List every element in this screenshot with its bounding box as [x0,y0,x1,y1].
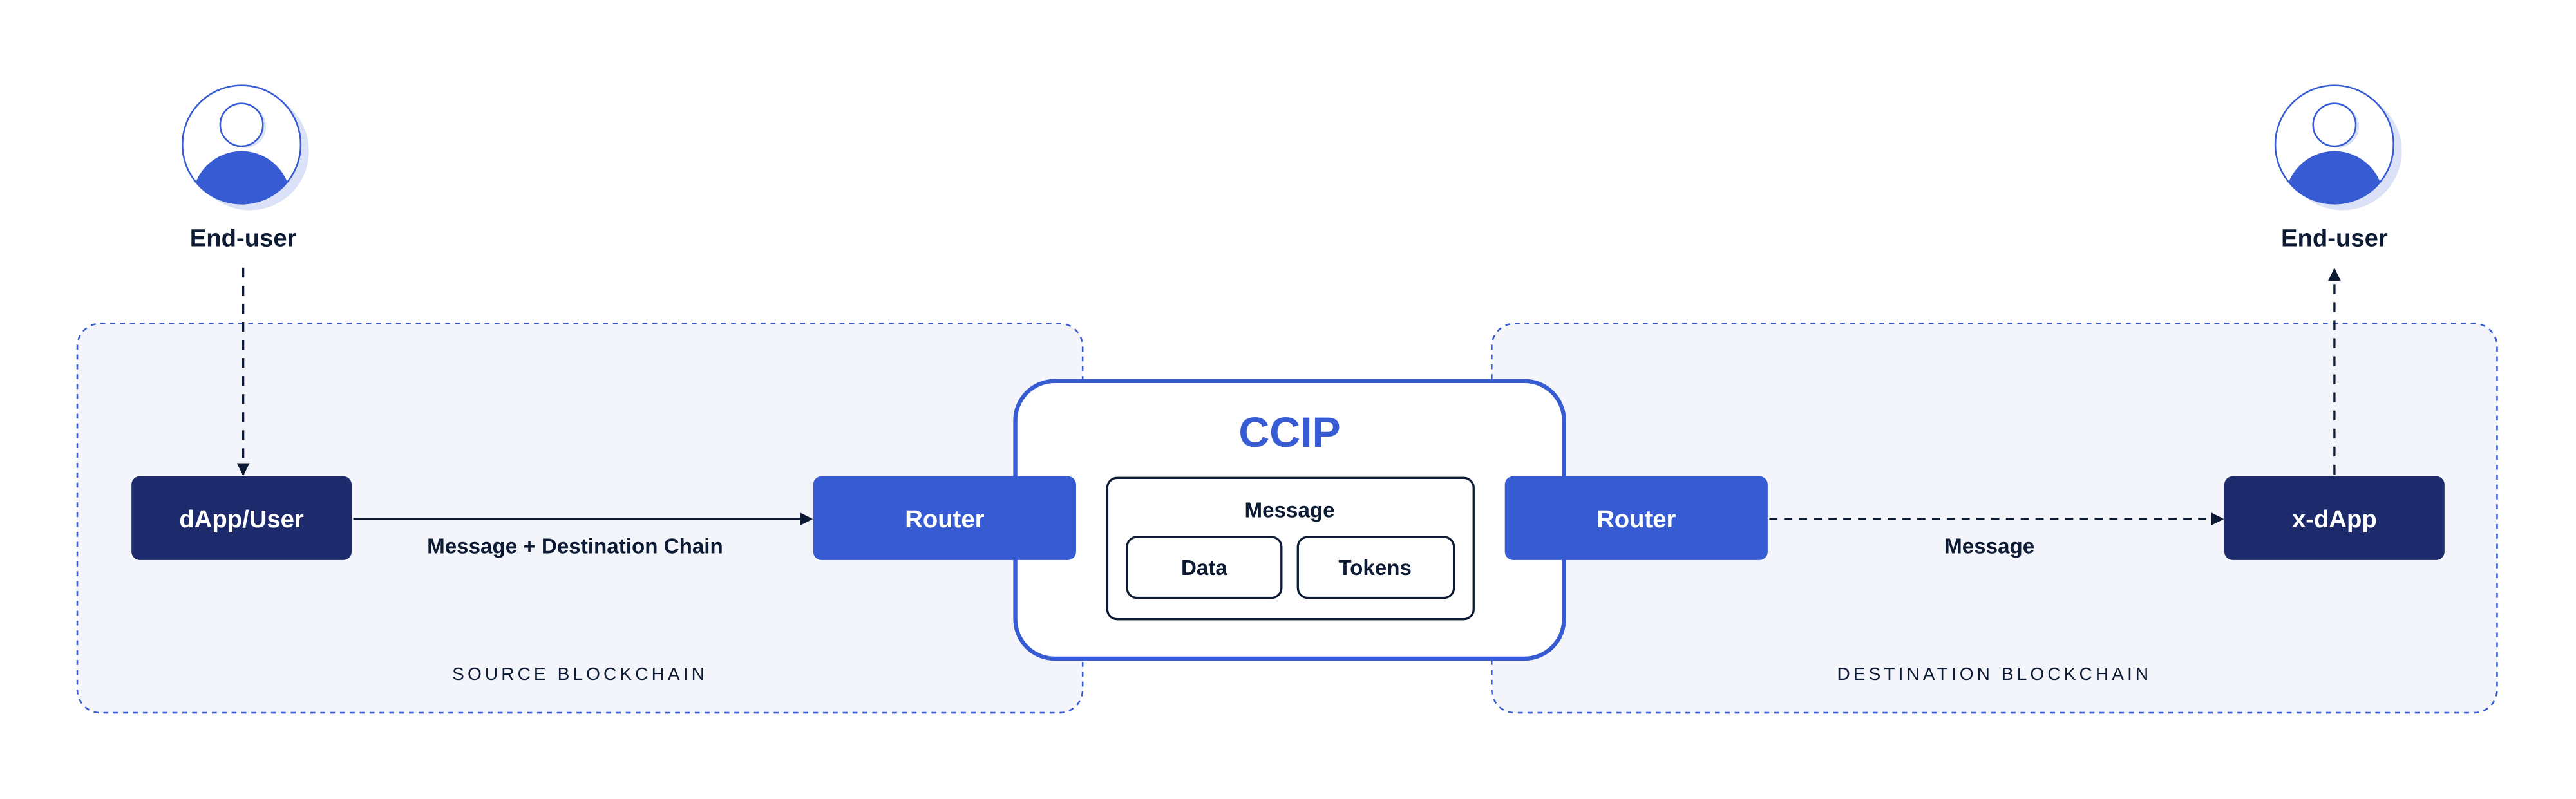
ccip-title: CCIP [1238,409,1340,456]
destination-end-user: End-user [2274,84,2402,252]
destination-end-user-label: End-user [2281,225,2388,252]
x-dapp-node: x-dApp [2224,476,2445,560]
source-blockchain-label: SOURCE BLOCKCHAIN [452,664,708,684]
router-source-node: Router [813,476,1076,560]
data-box: Data [1126,536,1283,599]
x-dapp-label: x-dApp [2292,505,2377,533]
tokens-box: Tokens [1296,536,1455,599]
ccip-container: CCIP Message Data Tokens [1013,379,1566,661]
destination-blockchain-label: DESTINATION BLOCKCHAIN [1837,664,2152,684]
router-destination-node: Router [1504,476,1768,560]
dapp-user-node: dApp/User [131,476,352,560]
message-label: Message [1245,499,1335,523]
router-destination-label: Router [1596,505,1676,533]
source-end-user: End-user [181,84,309,252]
message-box: Message Data Tokens [1106,476,1475,621]
router-source-label: Router [905,505,984,533]
dapp-to-router-label: Message + Destination Chain [427,535,723,559]
dapp-user-label: dApp/User [179,505,304,533]
tokens-label: Tokens [1338,556,1412,580]
data-label: Data [1181,556,1227,580]
router-to-xdapp-label: Message [1944,535,2034,559]
ccip-diagram: SOURCE BLOCKCHAIN DESTINATION BLOCKCHAIN… [76,84,2498,714]
source-end-user-label: End-user [190,225,297,252]
